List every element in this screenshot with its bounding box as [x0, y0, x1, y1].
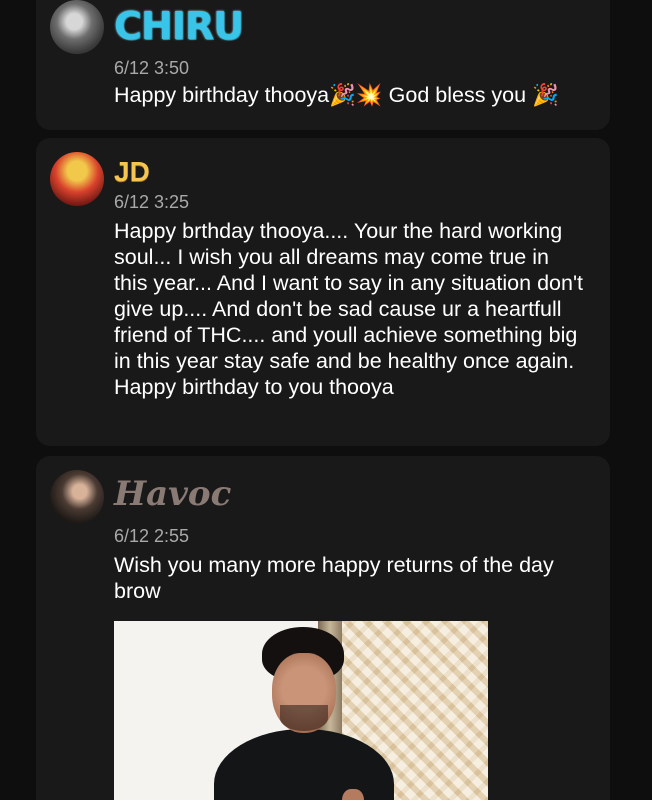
- message-text: Wish you many more happy returns of the …: [114, 553, 554, 603]
- attached-photo[interactable]: [114, 621, 488, 800]
- message-text: Happy brthday thooya.... Your the hard w…: [114, 219, 584, 399]
- author-name[interactable]: JD: [114, 156, 150, 188]
- avatar[interactable]: [50, 152, 104, 206]
- photo-person-hand: [342, 789, 364, 800]
- message-card[interactable]: CHIRU 6/12 3:50 Happy birthday thooya🎉💥 …: [36, 0, 610, 130]
- timestamp: 6/12 3:50: [114, 58, 190, 78]
- message-feed: CHIRU 6/12 3:50 Happy birthday thooya🎉💥 …: [0, 0, 652, 800]
- avatar[interactable]: [50, 0, 104, 54]
- message-card[interactable]: Havoc 6/12 2:55 Wish you many more happy…: [36, 456, 610, 800]
- author-name[interactable]: Havoc: [114, 474, 231, 514]
- timestamp: 6/12 3:25: [114, 192, 190, 212]
- author-name[interactable]: CHIRU: [114, 4, 244, 48]
- timestamp: 6/12 2:55: [114, 526, 190, 546]
- message-card[interactable]: JD 6/12 3:25 Happy brthday thooya.... Yo…: [36, 138, 610, 446]
- avatar[interactable]: [50, 470, 104, 524]
- message-text: Happy birthday thooya🎉💥 God bless you 🎉: [114, 83, 559, 107]
- photo-person-beard: [280, 705, 328, 731]
